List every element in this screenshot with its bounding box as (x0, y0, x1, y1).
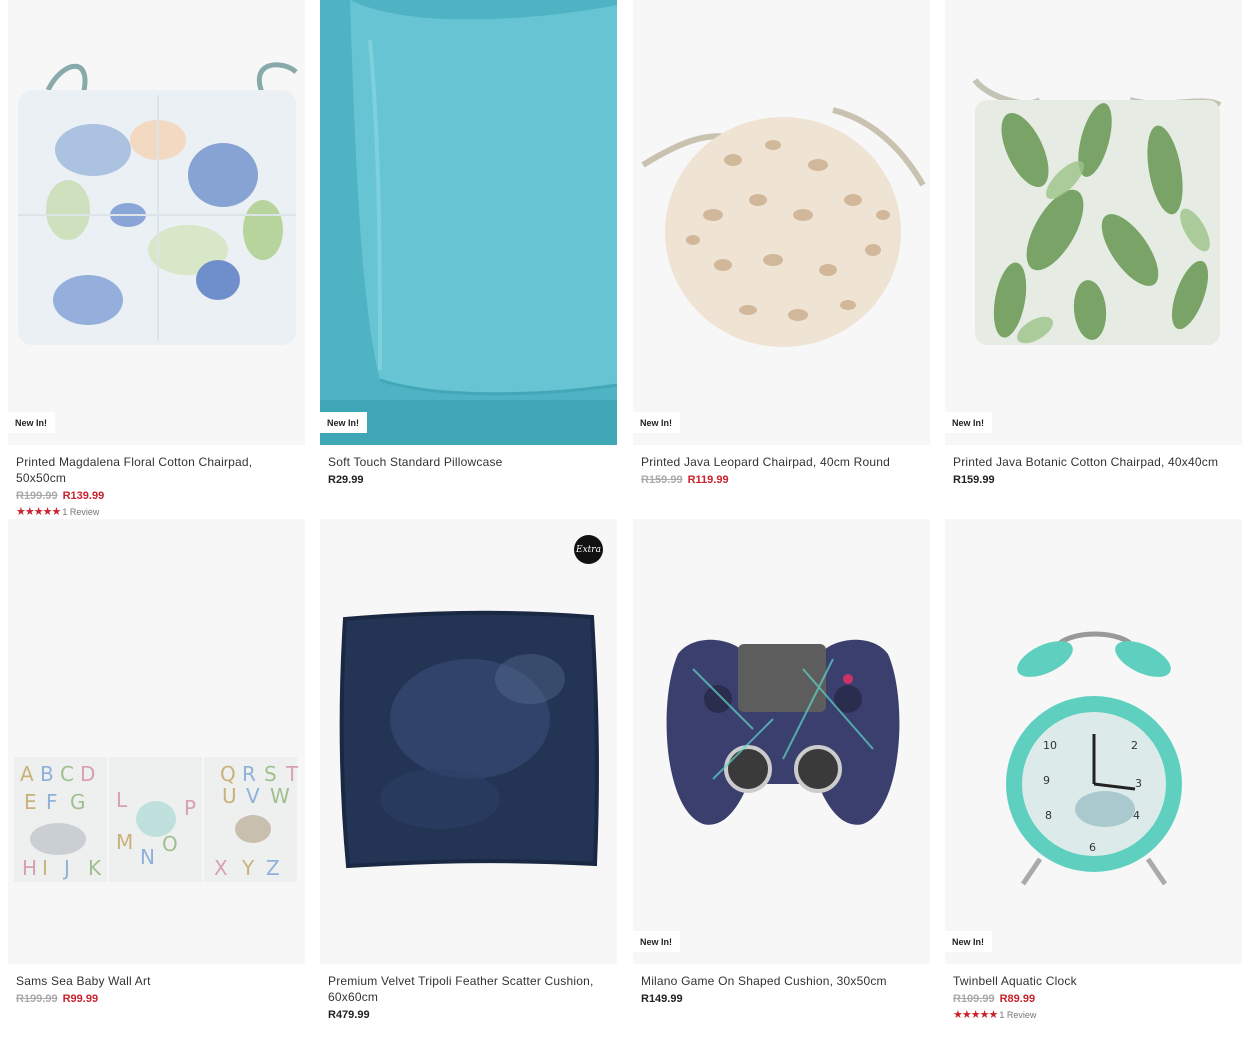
price-block: R199.99 R99.99 (16, 993, 297, 1005)
product-image[interactable]: New In! (320, 0, 617, 445)
new-in-badge: New In! (633, 412, 681, 433)
star-rating-icon: ★★★★★ (953, 1009, 998, 1021)
new-in-badge: New In! (320, 412, 368, 433)
old-price: R159.99 (641, 474, 683, 486)
price-block: R149.99 (641, 993, 922, 1005)
review-count: 1 Review (62, 506, 100, 517)
wall-art-letter: Q (220, 762, 236, 786)
product-card[interactable]: Extra Premium Velvet Tripoli Feather Sca… (320, 519, 617, 1021)
old-price: R199.99 (16, 993, 58, 1005)
clock-number: 8 (1045, 809, 1052, 822)
wall-art-letter: N (140, 845, 155, 869)
wall-art-letter: T (285, 762, 299, 786)
wall-art-letter: H (22, 856, 37, 880)
wall-art-letter: P (184, 796, 196, 820)
wall-art-letter: V (246, 784, 260, 808)
price: R159.99 (953, 474, 995, 486)
sale-price: R139.99 (62, 490, 105, 502)
wall-art-letter: I (42, 856, 48, 880)
product-title[interactable]: Twinbell Aquatic Clock (953, 973, 1234, 989)
new-in-badge: New In! (8, 412, 56, 433)
price-block: R199.99 R139.99 (16, 490, 297, 502)
clock-number: 6 (1089, 841, 1096, 854)
price-block: R159.99 R119.99 (641, 474, 922, 486)
new-in-badge: New In! (633, 931, 681, 952)
product-title[interactable]: Printed Java Leopard Chairpad, 40cm Roun… (641, 454, 922, 470)
product-card[interactable]: 10 2 9 3 8 4 6 New In! Twinbell Aquatic Clock … (945, 519, 1242, 1021)
wall-art-letter: K (88, 856, 102, 880)
price-block: R29.99 (328, 474, 609, 486)
rating[interactable]: ★★★★★ 1 Review (953, 1008, 1234, 1021)
wall-art-letter: W (270, 784, 290, 808)
wall-art-letter: O (162, 832, 178, 856)
price: R149.99 (641, 993, 683, 1005)
wall-art-letter: Y (241, 856, 255, 880)
wall-art-letter: B (40, 762, 54, 786)
product-title[interactable]: Sams Sea Baby Wall Art (16, 973, 297, 989)
product-title[interactable]: Soft Touch Standard Pillowcase (328, 454, 609, 470)
clock-number: 3 (1135, 777, 1142, 790)
product-card[interactable]: New In! Milano Game On Shaped Cushion, 3… (633, 519, 930, 1005)
product-image[interactable]: New In! (8, 0, 305, 445)
product-image[interactable]: ABCD EFG HIJK LMNOPQRST UVW XYZ (8, 519, 305, 964)
wall-art-letter: X (214, 856, 228, 880)
old-price: R109.99 (953, 993, 995, 1005)
product-image[interactable]: Extra (320, 519, 617, 964)
star-rating-icon: ★★★★★ (16, 506, 61, 518)
product-image[interactable]: 10 2 9 3 8 4 6 New In! (945, 519, 1242, 964)
wall-art-letter: R (242, 762, 256, 786)
wall-art-letter: G (70, 790, 86, 814)
product-card[interactable]: ABCD EFG HIJK LMNOPQRST UVW XYZ Sams Sea Baby… (8, 519, 305, 1005)
product-title[interactable]: Printed Java Botanic Cotton Chairpad, 40… (953, 454, 1234, 470)
product-image[interactable]: New In! (633, 0, 930, 445)
wall-art-letter: S (264, 762, 277, 786)
wall-art-letter: L (116, 788, 128, 812)
sale-price: R99.99 (62, 993, 99, 1005)
clock-number: 9 (1043, 774, 1050, 787)
price: R479.99 (328, 1009, 370, 1021)
product-card[interactable]: New In! Printed Java Leopard Chairpad, 4… (633, 0, 930, 486)
wall-art-letter: E (24, 790, 37, 814)
product-grid: New In! Printed Magdalena Floral Cotton … (0, 0, 1250, 1052)
clock-number: 4 (1133, 809, 1140, 822)
sale-price: R89.99 (999, 993, 1036, 1005)
product-title[interactable]: Premium Velvet Tripoli Feather Scatter C… (328, 973, 609, 1005)
new-in-badge: New In! (945, 931, 993, 952)
price-block: R109.99 R89.99 (953, 993, 1234, 1005)
wall-art-letter: J (62, 856, 70, 880)
product-image[interactable]: New In! (945, 0, 1242, 445)
review-count: 1 Review (999, 1009, 1037, 1020)
clock-number: 10 (1043, 739, 1057, 752)
product-title[interactable]: Milano Game On Shaped Cushion, 30x50cm (641, 973, 922, 989)
product-card[interactable]: New In! Soft Touch Standard Pillowcase R… (320, 0, 617, 486)
product-card[interactable]: New In! Printed Java Botanic Cotton Chai… (945, 0, 1242, 486)
brand-logo: Extra (574, 535, 603, 564)
wall-art-letter: A (20, 762, 34, 786)
wall-art-letter: F (46, 790, 58, 814)
price-block: R479.99 (328, 1009, 609, 1021)
product-image[interactable]: New In! (633, 519, 930, 964)
product-title[interactable]: Printed Magdalena Floral Cotton Chairpad… (16, 454, 297, 486)
wall-art-letter: Z (266, 856, 280, 880)
wall-art-letter: D (80, 762, 95, 786)
new-in-badge: New In! (945, 412, 993, 433)
clock-number: 2 (1131, 739, 1138, 752)
price: R29.99 (328, 474, 364, 486)
old-price: R199.99 (16, 490, 58, 502)
wall-art-letter: C (60, 762, 74, 786)
sale-price: R119.99 (687, 474, 729, 486)
product-card[interactable]: New In! Printed Magdalena Floral Cotton … (8, 0, 305, 518)
wall-art-letter: U (222, 784, 237, 808)
price-block: R159.99 (953, 474, 1234, 486)
wall-art-letter: M (116, 830, 133, 854)
rating[interactable]: ★★★★★ 1 Review (16, 505, 297, 518)
